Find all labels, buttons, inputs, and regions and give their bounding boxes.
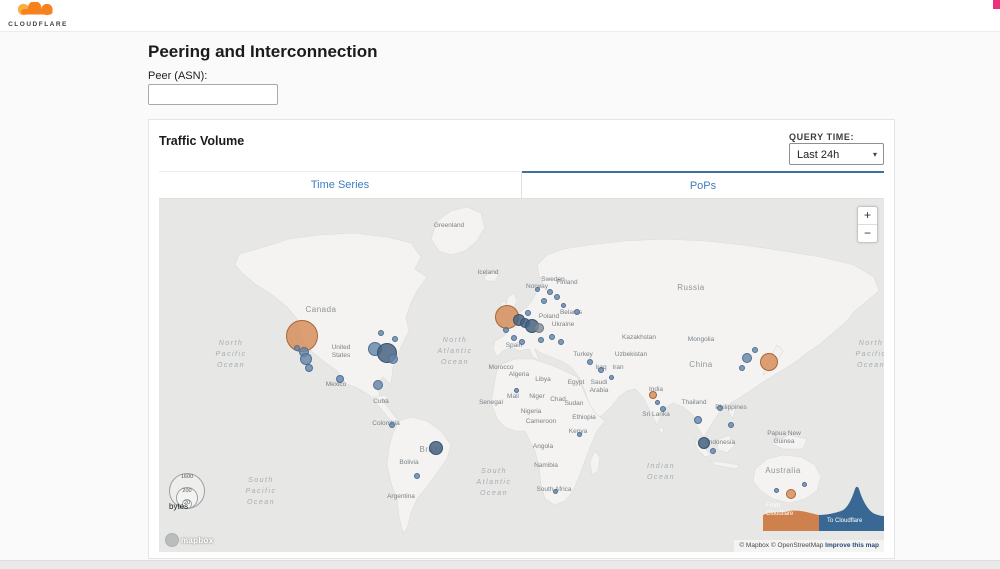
pop-marker[interactable] — [541, 298, 547, 304]
tab-time-series[interactable]: Time Series — [159, 172, 522, 198]
pop-marker[interactable] — [649, 391, 657, 399]
attribution-osm[interactable]: © OpenStreetMap — [771, 542, 823, 549]
query-time-label: QUERY TIME: — [789, 132, 854, 142]
pop-marker[interactable] — [655, 400, 660, 405]
pop-marker[interactable] — [378, 330, 384, 336]
pop-marker[interactable] — [549, 334, 555, 340]
pop-marker[interactable] — [534, 323, 544, 333]
pop-marker[interactable] — [429, 441, 443, 455]
page-title: Peering and Interconnection — [148, 42, 378, 62]
map-zoom-control: + − — [857, 206, 878, 243]
pop-marker[interactable] — [742, 353, 752, 363]
notification-indicator[interactable] — [993, 0, 1000, 9]
pop-marker[interactable] — [305, 364, 313, 372]
pop-marker[interactable] — [577, 432, 582, 437]
pop-marker[interactable] — [535, 287, 540, 292]
size-legend-value: 200 — [167, 488, 207, 494]
mapbox-wordmark: mapbox — [181, 536, 213, 545]
pop-marker[interactable] — [760, 353, 778, 371]
pop-marker[interactable] — [660, 406, 666, 412]
improve-map-link[interactable]: Improve this map — [825, 542, 879, 549]
pop-marker[interactable] — [786, 489, 796, 499]
map-attribution: © Mapbox © OpenStreetMap Improve this ma… — [734, 540, 884, 552]
pop-marker[interactable] — [609, 375, 614, 380]
tab-pops[interactable]: PoPs — [522, 171, 884, 198]
pop-marker[interactable] — [389, 422, 395, 428]
pop-marker[interactable] — [514, 388, 519, 393]
pop-marker[interactable] — [336, 375, 344, 383]
pop-marker[interactable] — [694, 416, 702, 424]
chevron-down-icon: ▾ — [873, 144, 877, 166]
pop-marker[interactable] — [553, 489, 558, 494]
pop-marker[interactable] — [774, 488, 779, 493]
cloudflare-wordmark: CLOUDFLARE — [6, 21, 70, 28]
map-canvas[interactable]: + − 160020020 bytes mapbox From Cloudfla… — [159, 199, 884, 552]
pop-marker[interactable] — [698, 437, 710, 449]
flow-direction-legend: From Cloudflare To Cloudflare — [763, 485, 884, 531]
top-bar: CLOUDFLARE — [0, 0, 1000, 32]
cloudflare-cloud-icon — [10, 2, 66, 17]
pop-marker[interactable] — [717, 405, 723, 411]
size-legend-value: 1600 — [167, 474, 207, 480]
flow-to-label: To Cloudflare — [827, 518, 862, 524]
pop-marker[interactable] — [728, 422, 734, 428]
query-time-value: Last 24h — [797, 149, 839, 161]
pop-marker[interactable] — [752, 347, 758, 353]
footer-bar — [0, 560, 1000, 569]
pop-marker[interactable] — [525, 310, 531, 316]
size-legend-unit: bytes — [169, 502, 188, 511]
pop-marker[interactable] — [561, 303, 566, 308]
pop-marker[interactable] — [802, 482, 807, 487]
flow-from-label: From Cloudflare — [766, 503, 802, 519]
query-time-select[interactable]: Last 24h ▾ — [789, 143, 884, 165]
pop-marker[interactable] — [519, 339, 525, 345]
mapbox-icon — [165, 533, 179, 547]
pop-marker[interactable] — [392, 336, 398, 342]
peer-asn-label: Peer (ASN): — [148, 70, 207, 82]
pop-marker[interactable] — [373, 380, 383, 390]
mapbox-logo[interactable]: mapbox — [165, 533, 213, 547]
pop-marker[interactable] — [547, 289, 553, 295]
zoom-out-button[interactable]: − — [858, 225, 877, 242]
attribution-mapbox[interactable]: © Mapbox — [739, 542, 769, 549]
traffic-volume-panel: Traffic Volume QUERY TIME: Last 24h ▾ Ti… — [148, 119, 895, 559]
pop-marker[interactable] — [388, 354, 398, 364]
app-root: CLOUDFLARE Peering and Interconnection P… — [0, 0, 1000, 569]
zoom-in-button[interactable]: + — [858, 207, 877, 225]
pop-marker[interactable] — [739, 365, 745, 371]
pop-marker[interactable] — [598, 367, 604, 373]
panel-title: Traffic Volume — [159, 134, 244, 148]
tab-bar: Time Series PoPs — [159, 171, 884, 199]
pop-marker[interactable] — [538, 337, 544, 343]
pop-marker[interactable] — [554, 294, 560, 300]
pop-marker[interactable] — [503, 327, 509, 333]
pop-marker[interactable] — [558, 339, 564, 345]
pop-marker[interactable] — [511, 335, 517, 341]
cloudflare-logo[interactable]: CLOUDFLARE — [6, 2, 70, 28]
peer-asn-input[interactable] — [148, 84, 278, 105]
pop-marker[interactable] — [294, 345, 300, 351]
pop-marker[interactable] — [574, 309, 580, 315]
pop-marker[interactable] — [587, 359, 593, 365]
pop-marker[interactable] — [414, 473, 420, 479]
pop-marker[interactable] — [710, 448, 716, 454]
